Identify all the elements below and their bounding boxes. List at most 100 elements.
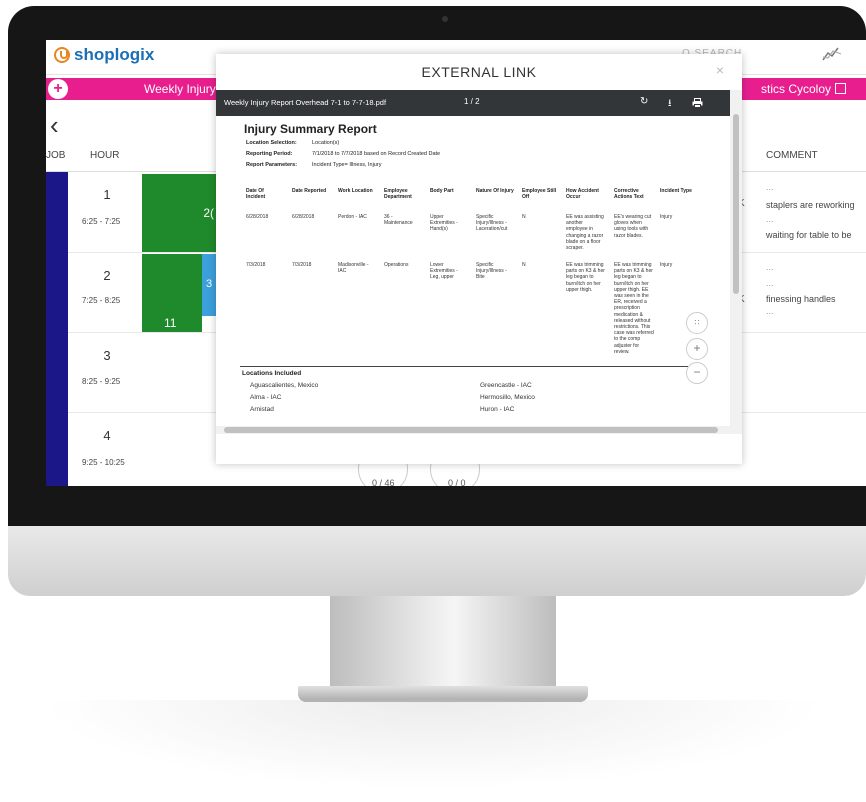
report-cell: Perdon - IAC	[338, 214, 367, 220]
block-value: 11	[164, 316, 177, 330]
counter-right: 0 / 0	[448, 478, 466, 486]
hour-number: 3	[103, 348, 111, 363]
banner-right-link[interactable]: stics Cycoloy	[761, 82, 847, 96]
scrollbar-thumb[interactable]	[224, 427, 718, 433]
comment-text[interactable]: staplers are reworking	[766, 200, 855, 210]
report-cell: N	[522, 262, 526, 268]
report-cell: Injury	[660, 214, 673, 220]
field-label: Reporting Period:	[246, 151, 293, 157]
report-column-header: Date Reported	[292, 188, 327, 194]
modal-title: EXTERNAL LINK	[421, 64, 537, 80]
report-params: Report Parameters: Incident Type= Illness…	[246, 162, 381, 168]
block-value: 3	[206, 278, 213, 290]
comment-placeholder: ...	[766, 214, 774, 224]
close-icon[interactable]: ×	[716, 62, 724, 78]
report-cell: N	[522, 214, 526, 220]
field-label: Report Parameters:	[246, 162, 298, 168]
pdf-document[interactable]: Injury Summary Report Location Selection…	[216, 116, 730, 426]
report-column-header: Nature Of Injury	[476, 188, 514, 194]
location-item: Arnistad	[250, 406, 274, 413]
report-cell: 7/3/2018	[292, 262, 312, 268]
report-cell: Specific Injury/Illness - Bite	[476, 262, 507, 281]
field-value: Location(s)	[312, 140, 340, 146]
report-cell: Injury	[660, 262, 673, 268]
report-cell: EE was trimming parts on K3 & her leg be…	[566, 262, 605, 293]
chevron-left-icon[interactable]: ‹	[50, 110, 59, 141]
field-label: Location Selection:	[246, 140, 297, 146]
hour-number: 1	[103, 187, 111, 202]
monitor-chin	[8, 526, 866, 596]
comment-placeholder: ...	[766, 262, 774, 272]
hour-number: 4	[103, 428, 111, 443]
download-icon[interactable]: ⭳	[668, 96, 672, 113]
report-column-header: Corrective Actions Text	[614, 188, 644, 200]
report-column-header: Incident Type	[660, 188, 692, 194]
report-cell: 7/3/2018	[246, 262, 266, 268]
report-cell: 36 - Maintenance	[384, 214, 413, 227]
performance-block[interactable]: 2(	[142, 174, 216, 252]
hour-range: 6:25 - 7:25	[82, 217, 121, 226]
location-item: Huron - IAC	[480, 406, 515, 413]
report-location: Location Selection: Location(s)	[246, 140, 339, 146]
location-item: Hermosillo, Mexico	[480, 394, 535, 401]
counter-left: 0 / 46	[372, 478, 395, 486]
horizontal-scrollbar[interactable]	[216, 426, 742, 434]
report-cell: Operations	[384, 262, 409, 268]
report-cell: Madisonville - IAC	[338, 262, 369, 275]
job-strip: ster	[46, 172, 68, 486]
report-period: Reporting Period: 7/1/2018 to 7/7/2018 ba…	[246, 151, 440, 157]
report-column-header: Body Part	[430, 188, 454, 194]
report-cell: Lower Extremities - Leg, upper	[430, 262, 458, 281]
field-value: Incident Type= Illness, Injury	[312, 162, 382, 168]
banner-title: Weekly Injury	[144, 82, 216, 96]
report-divider	[240, 366, 688, 367]
locations-title: Locations Included	[242, 370, 302, 377]
vertical-scrollbar[interactable]	[730, 90, 742, 426]
shoplogix-logo-icon	[54, 47, 70, 63]
pdf-filename: Weekly Injury Report Overhead 7-1 to 7-7…	[224, 98, 387, 107]
desk-reflection	[40, 700, 826, 790]
external-link-icon[interactable]	[835, 83, 847, 94]
report-cell: 6/28/2018	[246, 214, 269, 220]
column-header-hour: HOUR	[90, 150, 120, 161]
comment-text[interactable]: waiting for table to be	[766, 230, 852, 240]
screen: shoplogix Q SEARCH + Weekly Injury stics…	[46, 40, 866, 486]
plus-circle-icon[interactable]: +	[48, 79, 68, 99]
trend-chart-icon[interactable]	[822, 46, 842, 62]
pdf-toolbar: Weekly Injury Report Overhead 7-1 to 7-7…	[216, 90, 730, 116]
external-link-modal: EXTERNAL LINK × Weekly Injury Report Ove…	[216, 54, 742, 464]
print-icon[interactable]	[692, 98, 703, 108]
report-cell: Upper Extremities - Hand(s)	[430, 214, 458, 233]
scrollbar-thumb[interactable]	[733, 114, 739, 294]
location-item: Greencastle - IAC	[480, 382, 532, 389]
comment-text[interactable]: finessing handles	[766, 294, 836, 304]
report-cell: EE's wearing cut gloves when using tools…	[614, 214, 652, 239]
column-header-comment: COMMENT	[766, 150, 818, 161]
location-item: Alma - IAC	[250, 394, 282, 401]
pdf-page-indicator: 1 / 2	[464, 97, 480, 106]
app-logo[interactable]: shoplogix	[74, 45, 154, 65]
comment-placeholder: ...	[766, 306, 774, 316]
hour-range: 7:25 - 8:25	[82, 296, 121, 305]
report-column-header: Employee Still Off	[522, 188, 557, 200]
column-header-job: JOB	[46, 150, 66, 161]
hour-range: 9:25 - 10:25	[82, 458, 125, 467]
report-column-header: Work Location	[338, 188, 373, 194]
report-column-header: How Accident Occur	[566, 188, 599, 200]
camera	[442, 16, 448, 22]
comment-placeholder: ...	[766, 278, 774, 288]
zoom-in-button[interactable]: +	[686, 338, 708, 360]
report-column-header: Date Of Incident	[246, 188, 266, 200]
banner-right-text: stics Cycoloy	[761, 82, 832, 96]
performance-block[interactable]: 3	[202, 254, 216, 316]
performance-block[interactable]: 11	[142, 254, 202, 332]
report-cell: EE was assisting another employee in cha…	[566, 214, 604, 252]
field-value: 7/1/2018 to 7/7/2018 based on Record Cre…	[312, 151, 441, 157]
hour-range: 8:25 - 9:25	[82, 377, 121, 386]
fit-page-icon[interactable]: ∷	[686, 312, 708, 334]
rotate-icon[interactable]: ↻	[640, 96, 648, 107]
hour-number: 2	[103, 268, 111, 283]
zoom-out-button[interactable]: −	[686, 362, 708, 384]
report-title: Injury Summary Report	[244, 122, 377, 136]
report-cell: EE was trimming parts on K3 & her leg be…	[614, 262, 654, 355]
